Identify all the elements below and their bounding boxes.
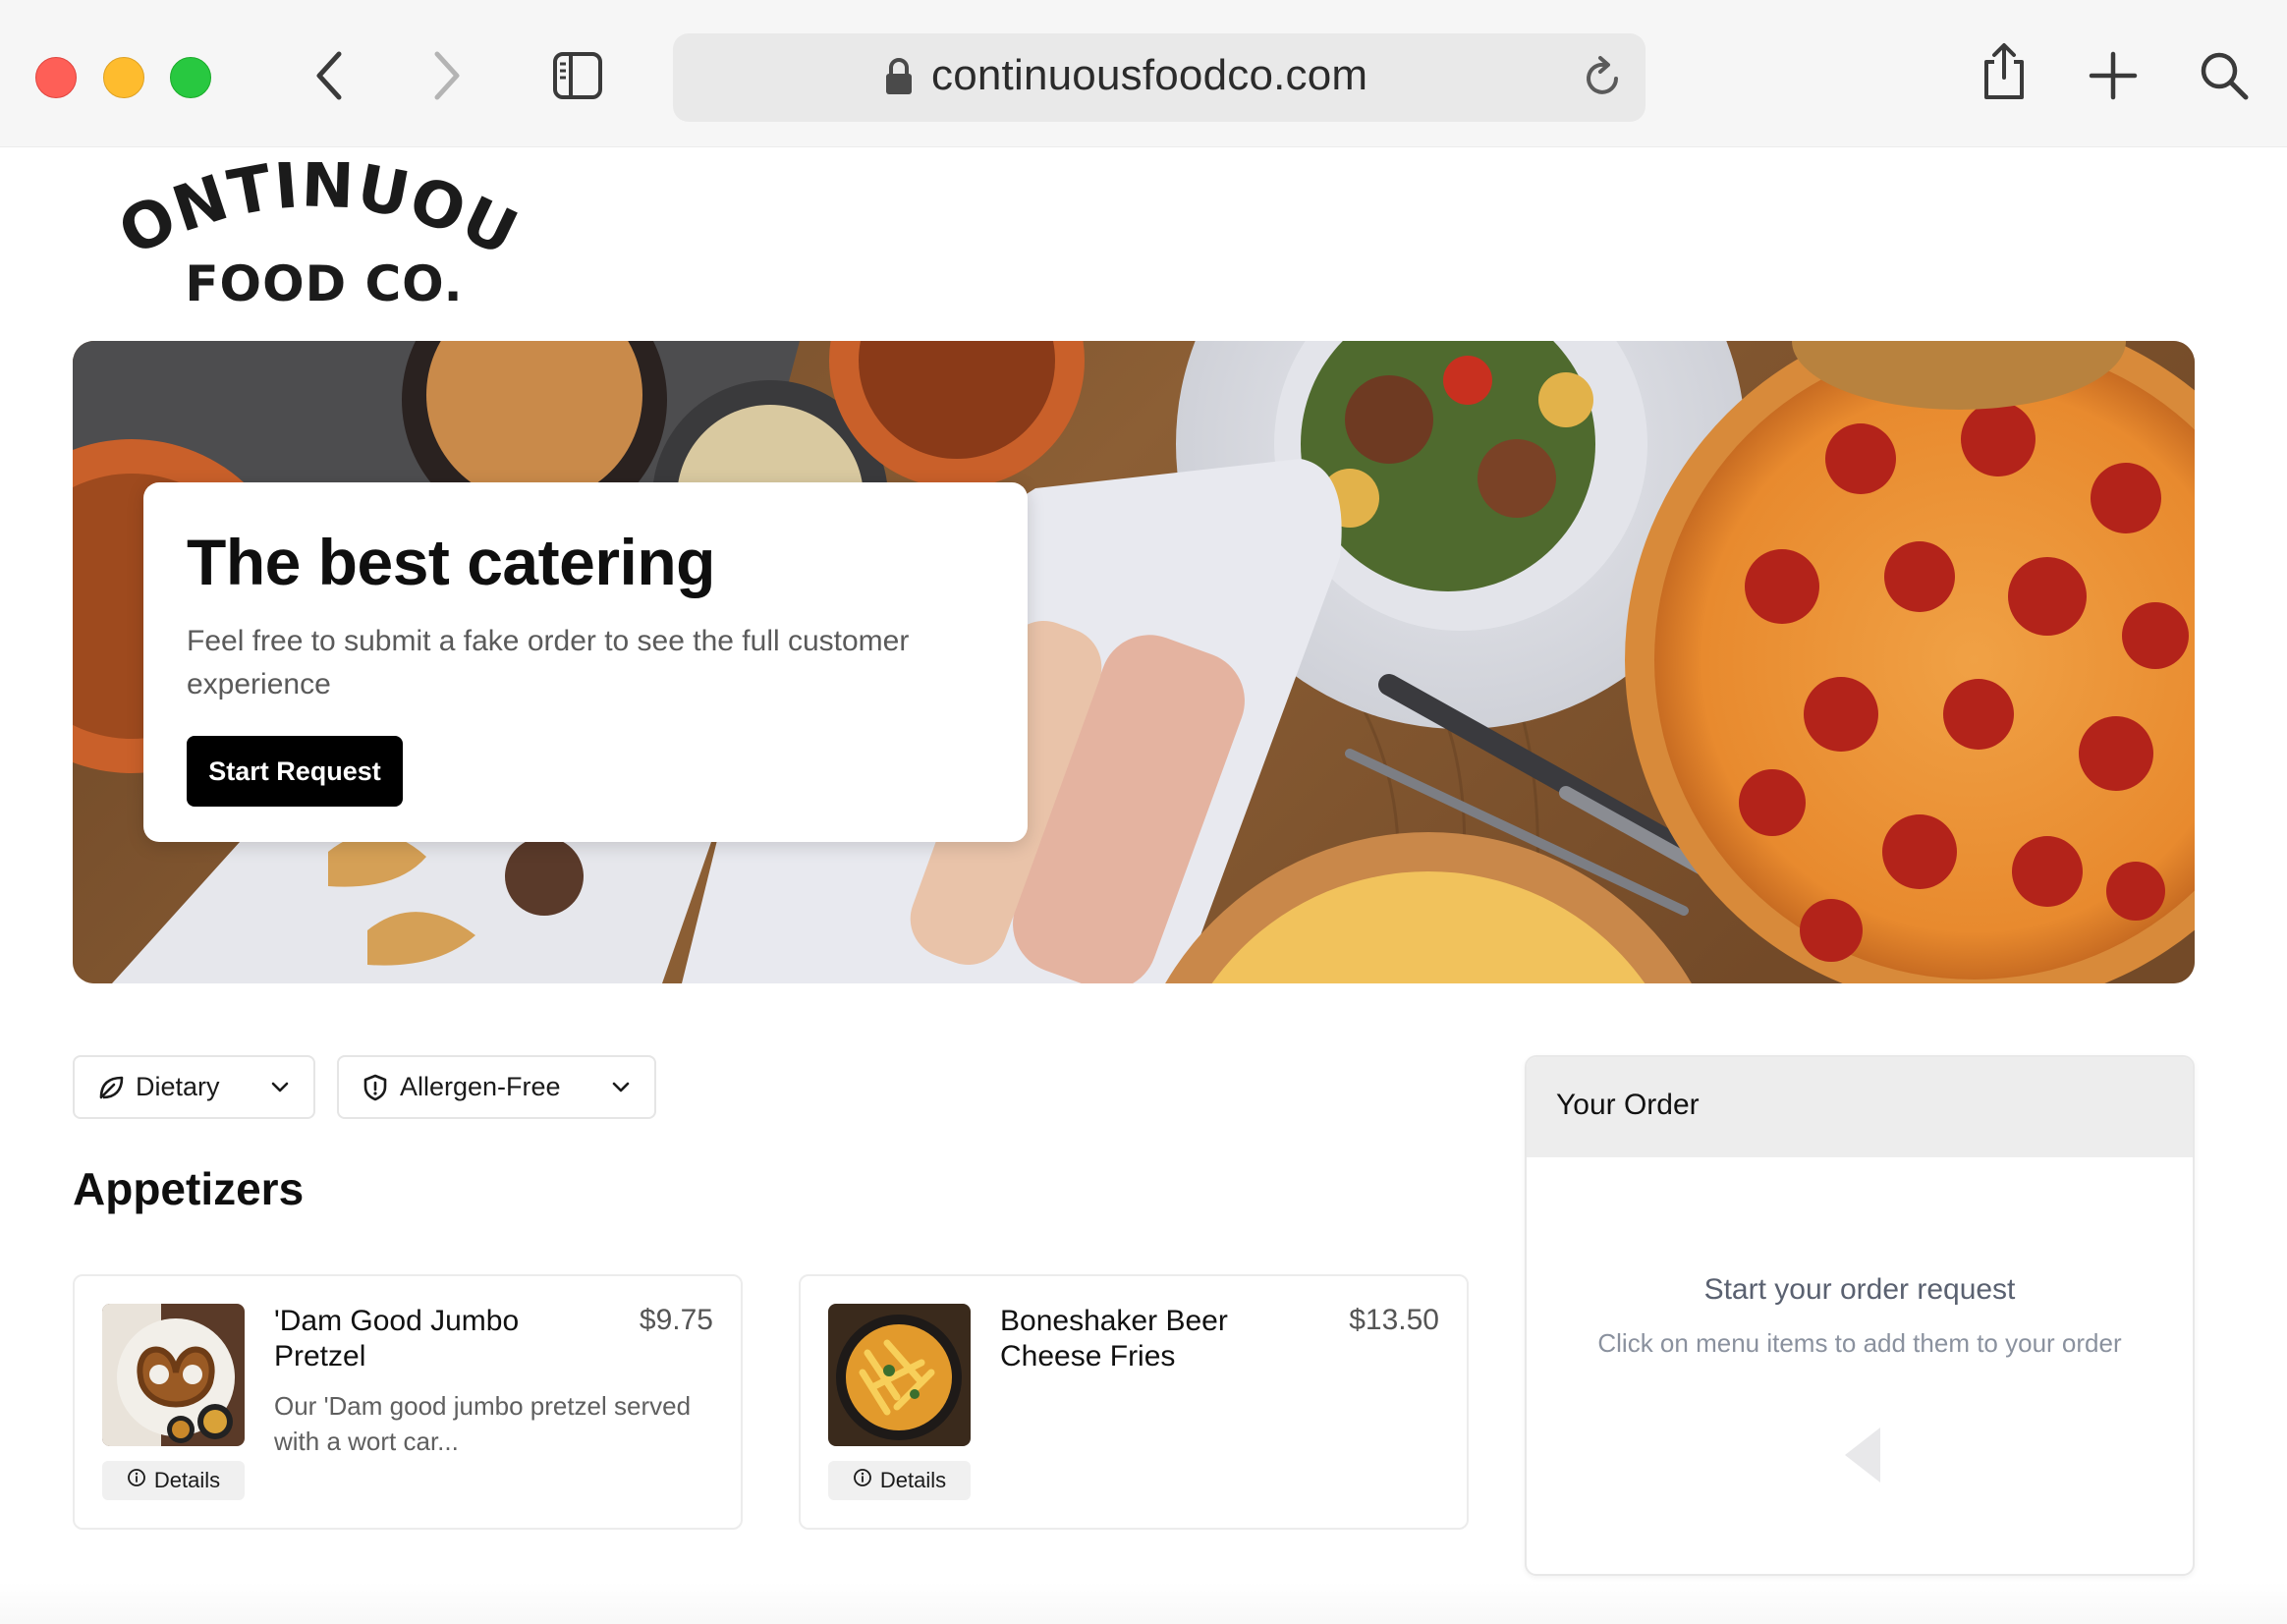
sidebar-icon[interactable] xyxy=(543,41,612,110)
minimize-window-button[interactable] xyxy=(103,57,144,98)
start-request-button[interactable]: Start Request xyxy=(187,736,403,807)
details-label: Details xyxy=(153,1468,221,1492)
forward-icon[interactable] xyxy=(413,41,481,110)
brand-logo[interactable]: CONTINUOUS FOOD CO. xyxy=(92,105,529,312)
hero-subtitle: Feel free to submit a fake order to see … xyxy=(187,625,910,700)
arrow-left-icon xyxy=(1843,1426,1882,1489)
info-icon xyxy=(853,1468,872,1493)
leaf-icon xyxy=(96,1073,126,1102)
fries-image xyxy=(828,1304,971,1446)
search-icon[interactable] xyxy=(2190,41,2259,110)
hero-title: The best catering xyxy=(187,526,715,598)
svg-text:FOOD CO.: FOOD CO. xyxy=(185,255,463,309)
share-icon[interactable] xyxy=(1970,37,2038,106)
page-bottom xyxy=(0,1582,2287,1624)
dietary-filter[interactable]: Dietary xyxy=(73,1055,315,1119)
menu-item-description: Our 'Dam good jumbo pretzel served with … xyxy=(274,1391,692,1456)
menu-item-card[interactable]: Details Boneshaker Beer Cheese Fries $13… xyxy=(799,1274,1469,1530)
hero-card: The best catering Feel free to submit a … xyxy=(143,482,1028,842)
chevron-down-icon xyxy=(609,1075,633,1105)
section-title-appetizers: Appetizers xyxy=(73,1163,305,1214)
close-window-button[interactable] xyxy=(35,57,77,98)
order-panel: Your Order Start your order request Clic… xyxy=(1525,1055,2195,1576)
order-empty-title: Start your order request xyxy=(1703,1273,2016,1306)
info-icon xyxy=(127,1468,146,1493)
allergen-free-filter-label: Allergen-Free xyxy=(400,1072,561,1101)
menu-item-name: Boneshaker Beer Cheese Fries xyxy=(1000,1305,1228,1372)
allergen-free-filter[interactable]: Allergen-Free xyxy=(337,1055,656,1119)
chevron-down-icon xyxy=(268,1075,292,1105)
pretzel-image xyxy=(102,1304,245,1446)
menu-item-name: 'Dam Good Jumbo Pretzel xyxy=(274,1305,520,1372)
back-icon[interactable] xyxy=(295,41,363,110)
zoom-window-button[interactable] xyxy=(170,57,211,98)
new-tab-icon[interactable] xyxy=(2079,41,2148,110)
menu-item-card[interactable]: Details 'Dam Good Jumbo Pretzel $9.75 Ou… xyxy=(73,1274,743,1530)
browser-toolbar: continuousfoodco.com xyxy=(0,0,2287,147)
details-label: Details xyxy=(879,1468,947,1492)
url-text: continuousfoodco.com xyxy=(931,51,1368,99)
reload-icon[interactable] xyxy=(1581,53,1626,105)
details-button[interactable]: Details xyxy=(102,1461,245,1500)
address-bar[interactable]: continuousfoodco.com xyxy=(673,33,1646,122)
dietary-filter-label: Dietary xyxy=(136,1072,220,1101)
order-title: Your Order xyxy=(1527,1057,2193,1157)
order-empty-subtitle: Click on menu items to add them to your … xyxy=(1597,1328,2122,1358)
details-button[interactable]: Details xyxy=(828,1461,971,1500)
menu-item-price: $13.50 xyxy=(1349,1304,1439,1336)
menu-item-price: $9.75 xyxy=(639,1304,713,1336)
lock-icon xyxy=(884,57,914,101)
shield-icon xyxy=(361,1073,390,1102)
